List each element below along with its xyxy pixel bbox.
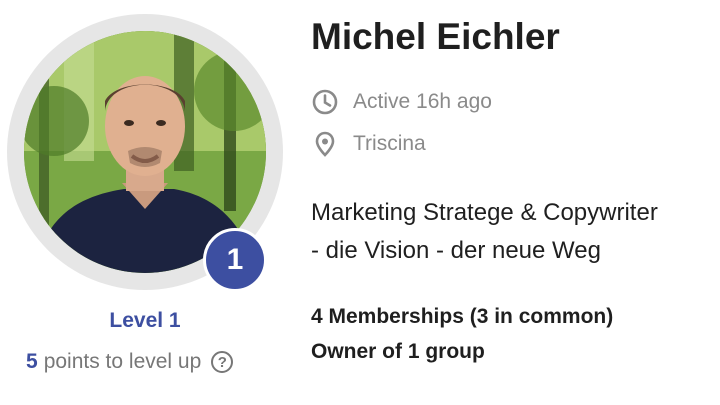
avatar-container[interactable]: 1 [7, 14, 283, 292]
bio-line-1: Marketing Stratege & Copywriter [311, 199, 658, 226]
points-to-level-up: 5 points to level up ? [26, 346, 234, 378]
clock-icon [312, 89, 338, 115]
profile-name: Michel Eichler [311, 16, 560, 57]
help-circle-icon[interactable]: ? [211, 351, 234, 373]
level-badge: 1 [203, 228, 267, 292]
memberships-stat[interactable]: 4 Memberships (3 in common) [311, 305, 613, 329]
bio: Marketing Stratege & Copywriter - die Vi… [311, 194, 711, 270]
points-number: 5 [26, 350, 38, 373]
ownership-stat[interactable]: Owner of 1 group [311, 340, 485, 364]
bio-line-2: - die Vision - der neue Weg [311, 237, 601, 264]
level-label: Level 1 [109, 309, 181, 332]
location-pin-icon [315, 131, 335, 157]
activity-text: Active 16h ago [353, 90, 492, 113]
points-text: points to level up [43, 350, 202, 373]
activity-row: Active 16h ago [311, 86, 492, 118]
location-row: Triscina [311, 128, 426, 160]
location-text: Triscina [353, 132, 426, 155]
